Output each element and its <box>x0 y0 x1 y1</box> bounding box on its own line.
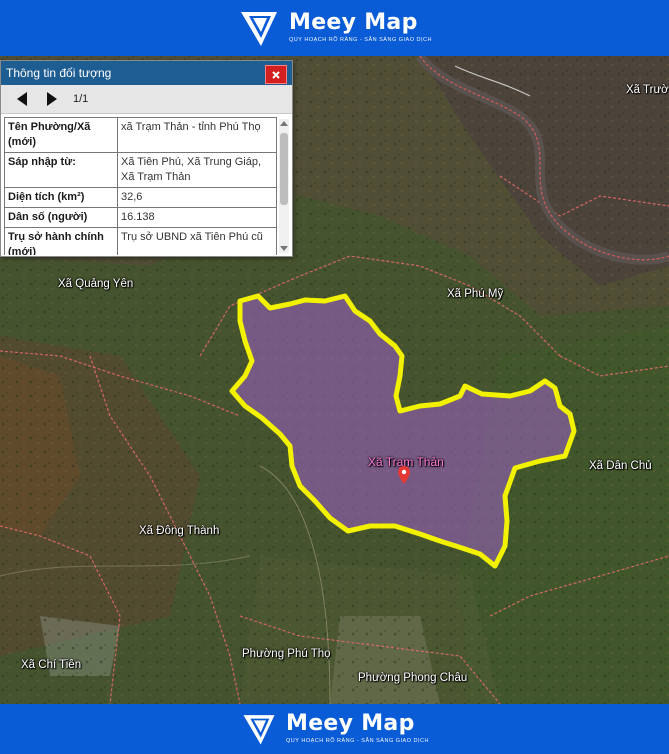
attribute-table: Tên Phường/Xã (mới) xã Trạm Thản - tỉnh … <box>4 117 277 255</box>
bottom-brand-bar: Meey Map QUY HOẠCH RÕ RÀNG - SẴN SÀNG GI… <box>0 704 669 754</box>
table-row: Trụ sở hành chính (mới) Trụ sở UBND xã T… <box>4 227 277 255</box>
map-label-dan-chu: Xã Dân Chủ <box>589 460 652 472</box>
attr-value: Trụ sở UBND xã Tiên Phú cũ <box>117 227 277 255</box>
page-indicator: 1/1 <box>73 93 89 105</box>
attribute-table-scroll[interactable]: Tên Phường/Xã (mới) xã Trạm Thản - tỉnh … <box>4 117 279 255</box>
attr-value: xã Trạm Thản - tỉnh Phú Thọ <box>117 117 277 153</box>
brand-tagline: QUY HOẠCH RÕ RÀNG - SẴN SÀNG GIAO DỊCH <box>289 37 432 44</box>
brand-tagline-footer: QUY HOẠCH RÕ RÀNG - SẴN SÀNG GIAO DỊCH <box>286 738 429 745</box>
scroll-down-icon[interactable] <box>280 246 288 251</box>
scroll-thumb[interactable] <box>280 133 288 205</box>
map-label-quang-yen: Xã Quảng Yên <box>58 278 134 290</box>
prev-button[interactable] <box>11 89 33 109</box>
brand-logo: Meey Map QUY HOẠCH RÕ RÀNG - SẴN SÀNG GI… <box>237 6 432 50</box>
attr-value: Xã Tiên Phú, Xã Trung Giáp, Xã Trạm Thản <box>117 152 277 188</box>
attr-key: Diện tích (km²) <box>4 187 118 208</box>
attr-value: 32,6 <box>117 187 277 208</box>
meey-logo-icon <box>237 6 281 50</box>
close-icon <box>272 70 280 79</box>
top-brand-bar: Meey Map QUY HOẠCH RÕ RÀNG - SẴN SÀNG GI… <box>0 0 669 56</box>
attr-key: Trụ sở hành chính (mới) <box>4 227 118 255</box>
map-label-phu-my: Xã Phú Mỹ <box>447 288 504 300</box>
map-label-chi-tien: Xã Chí Tiên <box>21 659 82 671</box>
panel-pager: 1/1 <box>1 85 292 114</box>
attr-value: 16.138 <box>117 207 277 228</box>
table-row: Tên Phường/Xã (mới) xã Trạm Thản - tỉnh … <box>4 117 277 153</box>
panel-title: Thông tin đối tượng <box>6 66 112 80</box>
attr-key: Sáp nhập từ: <box>4 152 118 188</box>
map-label-dong-thanh: Xã Đông Thành <box>139 525 220 537</box>
arrow-right-icon <box>47 92 57 106</box>
brand-name: Meey Map <box>289 10 418 36</box>
location-pin-icon[interactable] <box>398 466 410 484</box>
attr-key: Tên Phường/Xã (mới) <box>4 117 118 153</box>
panel-header: Thông tin đối tượng <box>1 61 292 85</box>
map-label-phong-chau: Phường Phong Châu <box>358 672 468 684</box>
attr-key: Dân số (người) <box>4 207 118 228</box>
table-row: Diện tích (km²) 32,6 <box>4 187 277 208</box>
table-row: Sáp nhập từ: Xã Tiên Phú, Xã Trung Giáp,… <box>4 152 277 188</box>
arrow-left-icon <box>17 92 27 106</box>
scroll-up-icon[interactable] <box>280 121 288 126</box>
brand-logo-footer: Meey Map QUY HOẠCH RÕ RÀNG - SẴN SÀNG GI… <box>240 710 429 748</box>
map-label-phu-tho: Phường Phú Thọ <box>242 648 331 660</box>
map-label-truong: Xã Trườ <box>626 84 669 96</box>
next-button[interactable] <box>41 89 63 109</box>
close-button[interactable] <box>265 65 287 84</box>
panel-scrollbar[interactable] <box>279 119 289 253</box>
brand-name-footer: Meey Map <box>286 711 415 737</box>
table-row: Dân số (người) 16.138 <box>4 207 277 228</box>
meey-logo-icon <box>240 710 278 748</box>
object-info-panel: Thông tin đối tượng 1/1 Tên Phường/Xã (m… <box>0 60 293 257</box>
